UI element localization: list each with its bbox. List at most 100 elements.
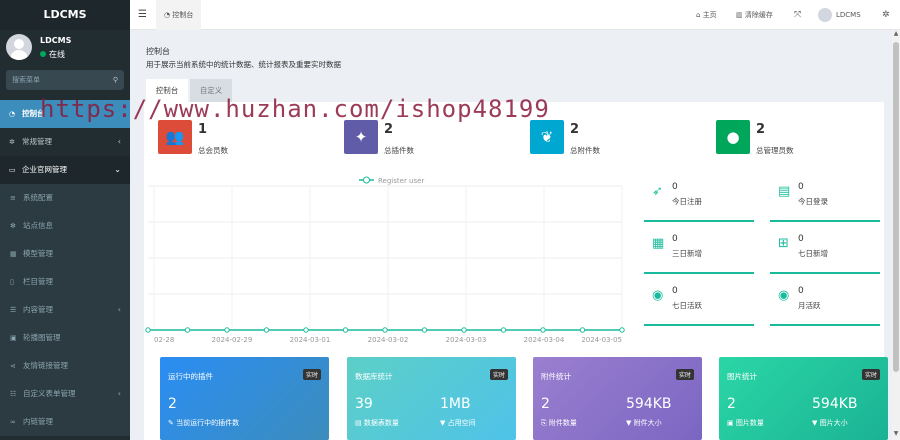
sidebar-item-label: 内链管理 xyxy=(23,417,53,426)
card-label-text: 附件大小 xyxy=(633,419,662,427)
avatar xyxy=(6,34,32,60)
magic-icon: ✦ xyxy=(344,120,378,154)
realtime-badge: 实时 xyxy=(861,369,880,380)
home-label: 主页 xyxy=(702,11,717,19)
search-input[interactable]: 搜索菜单 ⚲ xyxy=(6,70,124,90)
mini-stat-today-login: ▤ 0 今日登录 xyxy=(770,176,880,222)
page-title: 控制台 xyxy=(146,47,170,56)
card-title: 图片统计 xyxy=(727,372,757,381)
user-icon: ● xyxy=(716,120,750,154)
chevron-left-icon: ‹ xyxy=(117,305,121,314)
card-title: 附件统计 xyxy=(541,372,571,381)
sidebar-item-carousel[interactable]: ▣ 轮播图管理 xyxy=(0,324,130,352)
sidebar-item-general[interactable]: ✲ 常规管理 ‹ xyxy=(0,128,130,156)
card-title: 数据库统计 xyxy=(355,372,393,381)
tab-dashboard[interactable]: ◔ 控制台 xyxy=(156,0,202,30)
realtime-badge: 实时 xyxy=(489,369,508,380)
calendar-icon: ▦ xyxy=(652,236,665,251)
page-description: 用于展示当前系统中的统计数据、统计报表及重要实时数据 xyxy=(146,60,341,69)
stat-label: 总附件数 xyxy=(570,146,600,155)
x-tick-label: 2024-03-04 xyxy=(524,336,565,344)
trash-icon: ▥ xyxy=(736,11,743,19)
stat-value: 2 xyxy=(756,122,766,137)
card-value: 2 xyxy=(168,396,177,412)
clear-cache-button[interactable]: ▥ 清除缓存 xyxy=(736,0,773,30)
sidebar-item-links[interactable]: ⋖ 友情链接管理 xyxy=(0,352,130,380)
data-point xyxy=(461,327,467,333)
scroll-down-icon[interactable]: ▼ xyxy=(892,430,900,440)
user-circle-icon: ◉ xyxy=(778,288,790,303)
fullscreen-icon[interactable]: ⤧ xyxy=(794,0,801,30)
cogs-icon: ✲ xyxy=(9,138,15,146)
home-icon: ⌂ xyxy=(696,11,701,19)
x-tick-label: 2024-03-01 xyxy=(290,336,331,344)
card-label-text: 数据表数量 xyxy=(363,419,399,427)
dashboard-icon: ◔ xyxy=(9,110,16,118)
mini-stat-label: 今日登录 xyxy=(798,197,828,206)
stat-value: 2 xyxy=(570,122,580,137)
card-value: 2 xyxy=(541,396,550,412)
sidebar-item-content[interactable]: ☰ 内容管理 ‹ xyxy=(0,296,130,324)
sidebar-item-columns[interactable]: ▯ 栏目管理 xyxy=(0,268,130,296)
card-attachments: 附件统计 实时 2 594KB ⎘ 附件数量 ▼ 附件大小 xyxy=(533,357,702,440)
sidebar-item-label: 系统配置 xyxy=(23,193,53,202)
data-point xyxy=(540,327,546,333)
card-label-secondary: ▼ 占用空间 xyxy=(440,418,476,428)
mini-stat-value: 0 xyxy=(672,286,678,296)
filter-icon: ▼ xyxy=(812,419,818,427)
image-icon: ▣ xyxy=(727,419,734,427)
sliders-icon: ≡ xyxy=(10,194,16,202)
mini-stat-value: 0 xyxy=(798,286,804,296)
settings-icon[interactable]: ✲ xyxy=(882,0,890,30)
sidebar-item-label: 内容管理 xyxy=(23,305,53,314)
scrollbar[interactable]: ▲ ▼ xyxy=(892,30,900,440)
user-menu[interactable]: LDCMS xyxy=(818,0,861,30)
bars-icon[interactable]: ☰ xyxy=(138,0,147,30)
content-area: 控制台 用于展示当前系统中的统计数据、统计报表及重要实时数据 控制台 自定义 👥 … xyxy=(130,30,892,440)
mini-stat-label: 月活跃 xyxy=(798,301,821,310)
mini-stat-label: 今日注册 xyxy=(672,197,702,206)
database-icon: ▤ xyxy=(355,419,362,427)
home-link[interactable]: ⌂ 主页 xyxy=(696,0,717,30)
sidebar-item-internal-links[interactable]: ∞ 内链管理 xyxy=(0,408,130,436)
stat-label: 总插件数 xyxy=(384,146,414,155)
th-icon: ▦ xyxy=(10,250,17,258)
share-icon: ⋖ xyxy=(10,362,16,370)
users-icon: 👥 xyxy=(158,120,192,154)
sidebar-item-site-info[interactable]: ✻ 站点信息 xyxy=(0,212,130,240)
card-label-secondary: ▼ 图片大小 xyxy=(812,418,848,428)
scrollbar-thumb[interactable] xyxy=(893,42,899,372)
chevron-left-icon: ‹ xyxy=(117,137,121,146)
mini-stat-today-register: ➶ 0 今日注册 xyxy=(644,176,754,222)
card-label: ▣ 图片数量 xyxy=(727,418,764,428)
logo[interactable]: LDCMS xyxy=(0,0,130,30)
avatar xyxy=(818,8,832,22)
leaf-icon: ❦ xyxy=(530,120,564,154)
mini-stat-value: 0 xyxy=(798,182,804,192)
sidebar-item-forms[interactable]: ☷ 自定义表单管理 ‹ xyxy=(0,380,130,408)
data-point xyxy=(263,327,270,333)
x-tick-label: 2024-02-29 xyxy=(212,336,253,344)
search-icon[interactable]: ⚲ xyxy=(113,70,118,90)
table-icon: ☷ xyxy=(10,390,17,398)
sidebar-item-label: 模型管理 xyxy=(23,249,53,258)
file-icon: ▯ xyxy=(10,278,14,286)
sidebar-item-models[interactable]: ▦ 模型管理 xyxy=(0,240,130,268)
sidebar: LDCMS LDCMS 在线 搜索菜单 ⚲ ◔ 控制台 ✲ 常规管理 ‹ ▭ 企业官网管理… xyxy=(0,0,130,440)
user-status: 在线 xyxy=(40,49,65,60)
mini-stat-3day: ▦ 0 三日新增 xyxy=(644,228,754,274)
sidebar-item-website[interactable]: ▭ 企业官网管理 ⌄ xyxy=(0,156,130,184)
stat-value: 2 xyxy=(384,122,394,137)
scroll-up-icon[interactable]: ▲ xyxy=(892,30,900,40)
card-images: 图片统计 实时 2 594KB ▣ 图片数量 ▼ 图片大小 xyxy=(719,357,888,440)
card-value: 39 xyxy=(355,396,373,412)
card-database: 数据库统计 实时 39 1MB ▤ 数据表数量 ▼ 占用空间 xyxy=(347,357,516,440)
sidebar-item-label: 站点信息 xyxy=(23,221,53,230)
user-name: LDCMS xyxy=(40,36,72,45)
link-icon: ∞ xyxy=(10,418,16,426)
card-value-secondary: 1MB xyxy=(440,396,471,412)
clear-cache-label: 清除缓存 xyxy=(744,11,773,19)
sidebar-item-system-config[interactable]: ≡ 系统配置 xyxy=(0,184,130,212)
user-circle-icon: ◉ xyxy=(652,288,664,303)
sidebar-item-label: 栏目管理 xyxy=(23,277,53,286)
